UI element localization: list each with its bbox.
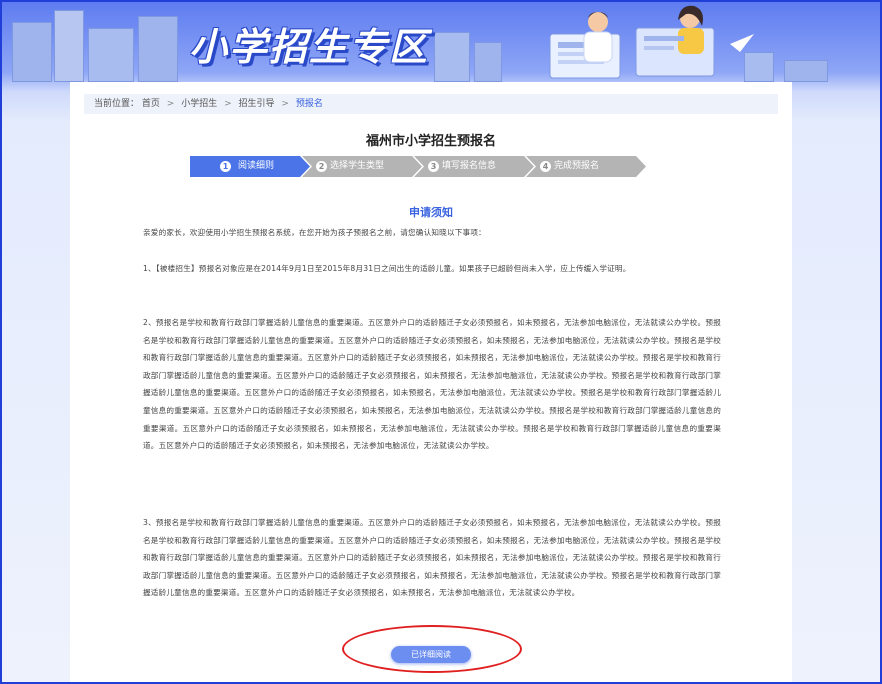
students-illustration (549, 5, 754, 79)
read-confirm-button[interactable]: 已详细阅读 (391, 646, 471, 663)
step-number: 2 (316, 161, 327, 172)
notice-title: 申请须知 (409, 206, 453, 219)
step-label: 完成预报名 (554, 161, 600, 171)
breadcrumb-separator: > (224, 99, 232, 109)
breadcrumb: 当前位置： 首页 > 小学招生 > 招生引导 > 预报名 (84, 94, 778, 114)
building-illustration (54, 10, 84, 82)
breadcrumb-item-primary-admission[interactable]: 小学招生 (181, 99, 217, 109)
step-number: 4 (540, 161, 551, 172)
notice-item-2: 2、预报名是学校和教育行政部门掌握适龄儿童信息的重要渠道。五区意外户口的适龄随迁… (143, 318, 721, 451)
step-number: 3 (428, 161, 439, 172)
page-title: 福州市小学招生预报名 (365, 134, 496, 149)
breadcrumb-prefix: 当前位置： (94, 99, 140, 109)
breadcrumb-item-pre-registration: 预报名 (295, 99, 323, 109)
step-label: 选择学生类型 (330, 161, 385, 171)
page-frame: 小学招生专区 当前位置： 首页 > 小学招生 > 招生引导 > 预报名 福州市小… (0, 0, 882, 684)
breadcrumb-separator: > (166, 99, 175, 109)
step-complete: 4 完成预报名 (526, 156, 646, 177)
notice-item-1: 1、【被楼招生】预报名对象应是在2014年9月1日至2015年8月31日之间出生… (143, 264, 631, 273)
notice-item-3: 3、预报名是学校和教育行政部门掌握适龄儿童信息的重要渠道。五区意外户口的适龄随迁… (143, 518, 721, 598)
step-read-rules: 1 阅读细则 (190, 156, 310, 177)
building-illustration (784, 60, 828, 82)
building-illustration (474, 42, 502, 82)
step-label: 填写报名信息 (442, 161, 497, 171)
breadcrumb-item-guide[interactable]: 招生引导 (239, 99, 275, 109)
step-progress: 1 阅读细则 2 选择学生类型 3 填写报名信息 4 完成预报名 (190, 156, 646, 177)
building-illustration (12, 22, 52, 82)
banner: 小学招生专区 (4, 4, 880, 82)
step-number: 1 (220, 161, 231, 172)
step-label: 阅读细则 (238, 161, 275, 171)
banner-title: 小学招生专区 (189, 25, 430, 69)
building-illustration (138, 16, 178, 82)
building-illustration (88, 28, 134, 82)
notice-intro: 亲爱的家长，欢迎使用小学招生预报名系统，在您开始为孩子预报名之前，请您确认知晓以… (143, 228, 486, 237)
breadcrumb-item-home[interactable]: 首页 (142, 99, 160, 109)
breadcrumb-separator: > (281, 99, 289, 109)
building-illustration (434, 32, 470, 82)
step-fill-info: 3 填写报名信息 (414, 156, 534, 177)
step-select-student-type: 2 选择学生类型 (302, 156, 422, 177)
